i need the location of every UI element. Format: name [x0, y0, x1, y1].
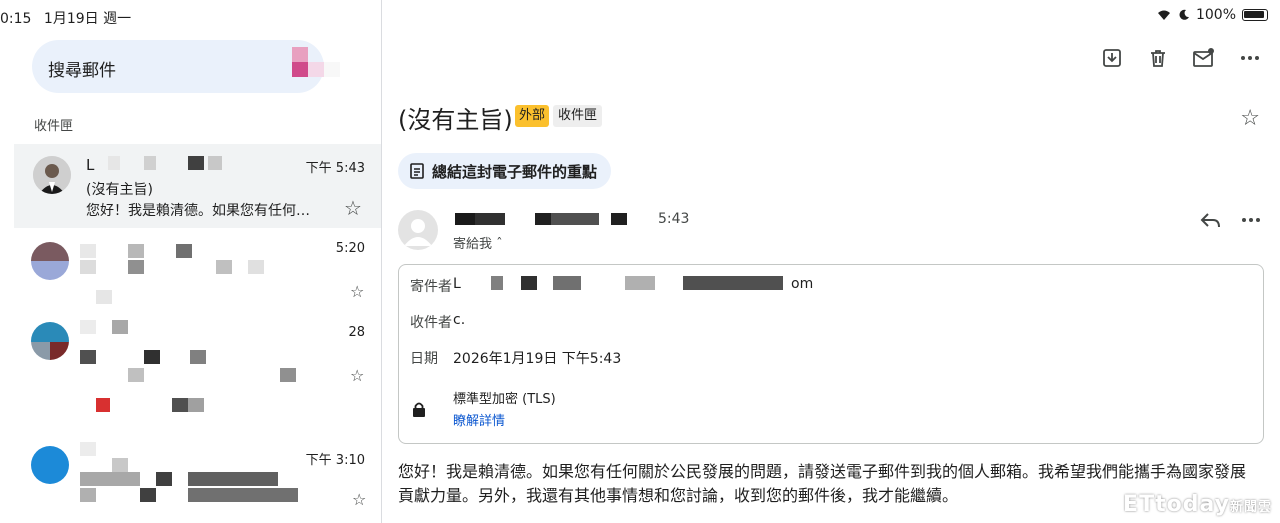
wifi-icon: [1157, 10, 1170, 20]
watermark-logo: ETtoday新聞雲: [1123, 492, 1272, 517]
battery-icon: [1242, 9, 1268, 21]
mail-time: 下午 5:43: [305, 161, 365, 176]
search-placeholder: 搜尋郵件: [48, 61, 116, 81]
mail-time: 下午 3:10: [305, 453, 365, 468]
mail-list-pane: 0:15 1月19日 週一 搜尋郵件 收件匣 L 下午 5:43 (沒有主旨) …: [0, 0, 381, 523]
mail-list-item[interactable]: 下午 3:10 ☆: [14, 440, 381, 523]
status-time: 0:15: [0, 11, 32, 27]
archive-icon[interactable]: [1100, 46, 1124, 70]
from-value-tail: om: [791, 276, 814, 292]
redacted-sender: [80, 442, 340, 506]
more-options-icon[interactable]: [1241, 210, 1261, 234]
message-subject: (沒有主旨): [398, 106, 513, 134]
status-date: 1月19日 週一: [43, 11, 132, 27]
sender-avatar: [33, 156, 71, 194]
label-inbox[interactable]: 收件匣: [553, 105, 603, 127]
sender-avatar: [31, 322, 69, 360]
date-value: 2026年1月19日 下午5:43: [453, 351, 622, 367]
person-icon: [33, 156, 71, 194]
learn-more-link[interactable]: 瞭解詳情: [453, 410, 505, 429]
status-bar-left: 0:15 1月19日 週一: [0, 8, 139, 28]
redacted-from-address: [491, 276, 791, 290]
star-icon[interactable]: ☆: [350, 366, 364, 385]
date-label: 日期: [410, 351, 438, 367]
star-icon[interactable]: ☆: [344, 196, 362, 220]
redacted-sender: [108, 156, 228, 172]
security-value: 標準型加密 (TLS): [453, 392, 556, 407]
mail-list-item[interactable]: L 下午 5:43 (沒有主旨) 您好！我是賴清德。如果您有任何… ☆: [14, 144, 381, 228]
from-value: L: [453, 276, 461, 292]
redacted-sender-name: [455, 213, 655, 227]
more-options-icon[interactable]: [1238, 46, 1262, 70]
mail-list-item[interactable]: 28 ☆: [14, 316, 381, 432]
summarize-button[interactable]: 總結這封電子郵件的重點: [398, 153, 612, 189]
sender-avatar[interactable]: [398, 210, 438, 250]
lock-icon: [413, 402, 425, 417]
message-toolbar: [1100, 46, 1262, 70]
mark-unread-icon[interactable]: [1192, 46, 1216, 70]
to-label: 收件者: [410, 315, 452, 331]
section-label-inbox: 收件匣: [34, 119, 74, 134]
redacted-sender: [80, 320, 360, 420]
to-value: c.: [453, 312, 466, 328]
summarize-label: 總結這封電子郵件的重點: [432, 162, 598, 181]
recipient-toggle[interactable]: 寄給我 ˆ: [453, 233, 503, 252]
person-icon: [404, 219, 432, 246]
redacted-sender: [80, 244, 280, 304]
mail-list-item[interactable]: 5:20 ☆: [14, 232, 381, 312]
star-icon[interactable]: ☆: [350, 282, 364, 301]
moon-icon: [1179, 9, 1189, 20]
sender-avatar: [31, 446, 69, 484]
mail-time: 28: [348, 325, 365, 340]
mail-subject: (沒有主旨): [86, 182, 153, 198]
pane-divider: [381, 0, 382, 523]
label-external: 外部: [515, 105, 550, 127]
from-label: 寄件者: [410, 279, 452, 295]
mail-snippet: 您好！我是賴清德。如果您有任何…: [86, 203, 310, 219]
star-icon[interactable]: ☆: [352, 490, 366, 509]
mail-time: 5:20: [335, 241, 365, 256]
message-details-panel: 寄件者 L om 收件者 c. 日期 2026年1月19日 下午5:43 標準型…: [398, 264, 1264, 444]
delete-icon[interactable]: [1146, 46, 1170, 70]
battery-percent: 100%: [1195, 7, 1236, 23]
redacted-avatar: [292, 47, 352, 77]
reply-icon[interactable]: [1199, 210, 1221, 234]
message-time: 5:43: [658, 211, 690, 227]
star-icon[interactable]: ☆: [1240, 106, 1260, 131]
sender-name: L: [86, 156, 95, 174]
watermark-brand: ETtoday: [1123, 492, 1230, 517]
chevron-up-icon: ˆ: [496, 237, 503, 252]
to-me-label: 寄給我: [453, 237, 493, 252]
status-bar-right: 100%: [1156, 7, 1268, 23]
watermark-suffix: 新聞雲: [1229, 500, 1272, 515]
search-bar[interactable]: 搜尋郵件: [32, 40, 324, 93]
sender-avatar: [31, 242, 69, 280]
summary-icon: [410, 163, 424, 179]
